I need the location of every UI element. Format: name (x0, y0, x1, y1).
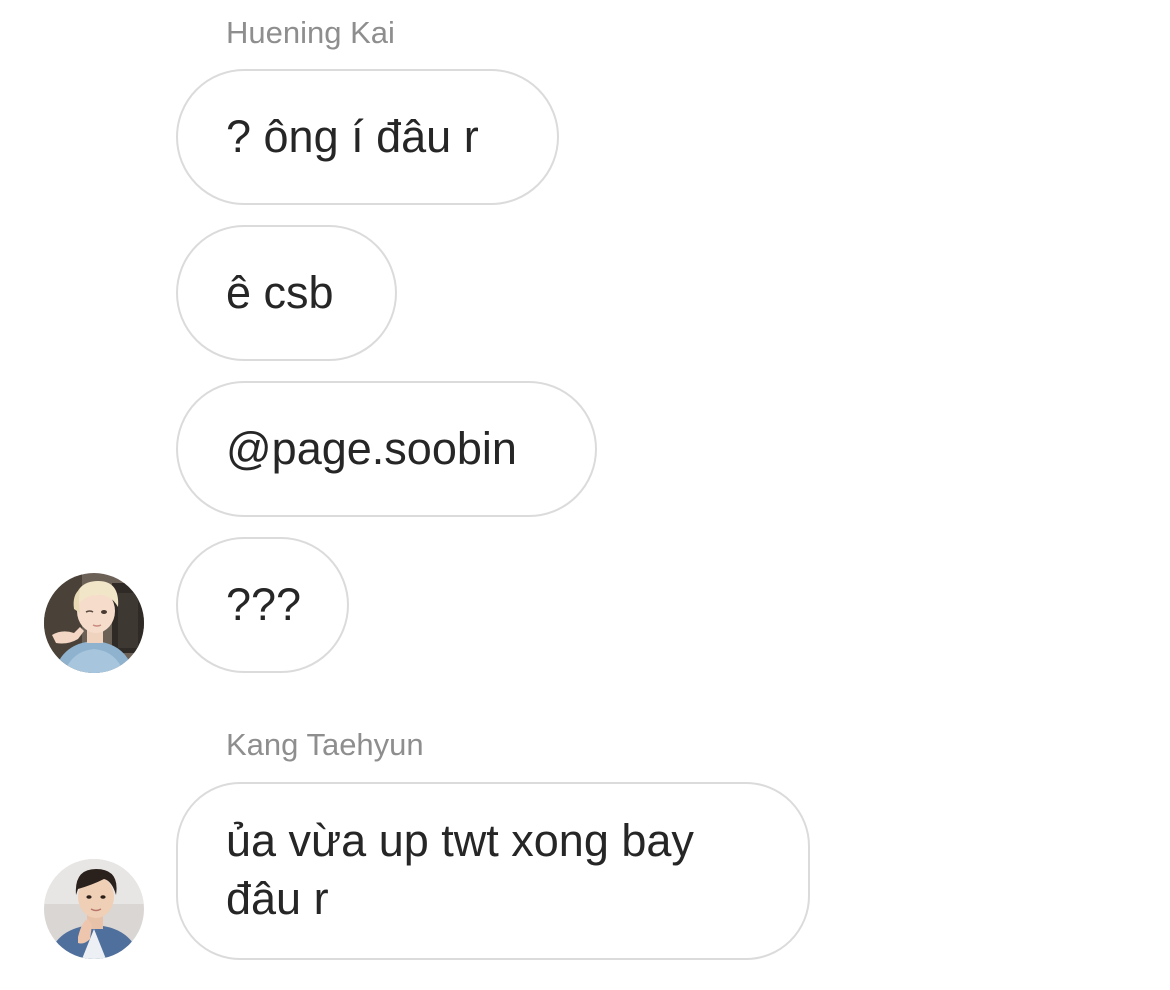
message-bubble[interactable]: ? ông í đâu r (176, 69, 559, 205)
avatar[interactable] (44, 859, 144, 959)
message-bubble[interactable]: ??? (176, 537, 349, 673)
avatar[interactable] (44, 573, 144, 673)
profile-photo-blond-hair-icon (44, 573, 144, 673)
message-bubble[interactable]: ê csb (176, 225, 397, 361)
message-bubble[interactable]: @page.soobin (176, 381, 597, 517)
profile-photo-dark-hair-icon (44, 859, 144, 959)
message-bubble[interactable]: ủa vừa up twt xong bay đâu r (176, 782, 810, 960)
sender-name[interactable]: Huening Kai (226, 15, 395, 51)
sender-name[interactable]: Kang Taehyun (226, 727, 424, 763)
